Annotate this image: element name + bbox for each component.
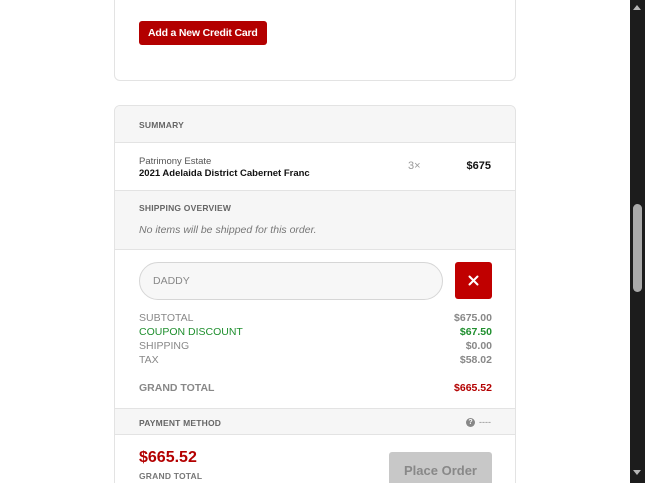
item-price: $675	[466, 160, 491, 172]
order-summary-card: SUMMARY Patrimony Estate 2021 Adelaida D…	[114, 105, 516, 483]
remove-coupon-button[interactable]	[455, 262, 492, 299]
add-credit-card-button[interactable]: Add a New Credit Card	[139, 21, 267, 45]
info-icon[interactable]: ?	[466, 417, 475, 427]
tax-row: TAX $58.02	[139, 354, 492, 368]
page-scrollbar[interactable]	[630, 0, 645, 483]
shipping-row: SHIPPING $0.00	[139, 340, 492, 354]
grand-total-value: $665.52	[454, 382, 492, 394]
order-line-item: Patrimony Estate 2021 Adelaida District …	[115, 143, 515, 191]
shipping-overview: SHIPPING OVERVIEW No items will be shipp…	[115, 191, 515, 250]
item-name: 2021 Adelaida District Cabernet Franc	[139, 168, 310, 179]
subtotal-label: SUBTOTAL	[139, 312, 194, 324]
discount-value: $67.50	[459, 326, 492, 338]
discount-row: COUPON DISCOUNT $67.50	[139, 326, 492, 340]
summary-header: SUMMARY	[115, 106, 515, 143]
shipping-note: No items will be shipped for this order.	[139, 224, 317, 236]
payment-status-text: ----	[479, 417, 491, 427]
grand-total-label: GRAND TOTAL	[139, 382, 215, 394]
tax-label: TAX	[139, 354, 159, 366]
close-icon	[468, 275, 479, 286]
scroll-down-icon[interactable]	[633, 470, 641, 475]
discount-label: COUPON DISCOUNT	[139, 326, 243, 338]
place-order-button[interactable]: Place Order	[389, 452, 492, 483]
summary-title: SUMMARY	[139, 120, 184, 130]
payment-status: ? ----	[466, 417, 491, 427]
shipping-label: SHIPPING	[139, 340, 190, 352]
item-quantity: 3×	[408, 160, 421, 172]
credit-card-section: Add a New Credit Card	[114, 0, 516, 81]
scroll-thumb[interactable]	[633, 204, 642, 292]
payment-method-header: PAYMENT METHOD ? ----	[115, 408, 515, 435]
final-total-amount: $665.52	[139, 449, 197, 466]
payment-method-title: PAYMENT METHOD	[139, 418, 222, 428]
coupon-code-input[interactable]	[139, 262, 443, 300]
scroll-up-icon[interactable]	[633, 5, 641, 10]
subtotal-value: $675.00	[454, 312, 492, 324]
shipping-value: $0.00	[465, 340, 492, 352]
subtotal-row: SUBTOTAL $675.00	[139, 312, 492, 326]
item-producer: Patrimony Estate	[139, 156, 212, 167]
final-total-label: GRAND TOTAL	[139, 471, 203, 481]
tax-value: $58.02	[459, 354, 492, 366]
totals-breakdown: SUBTOTAL $675.00 COUPON DISCOUNT $67.50 …	[139, 312, 492, 368]
shipping-title: SHIPPING OVERVIEW	[139, 203, 232, 213]
